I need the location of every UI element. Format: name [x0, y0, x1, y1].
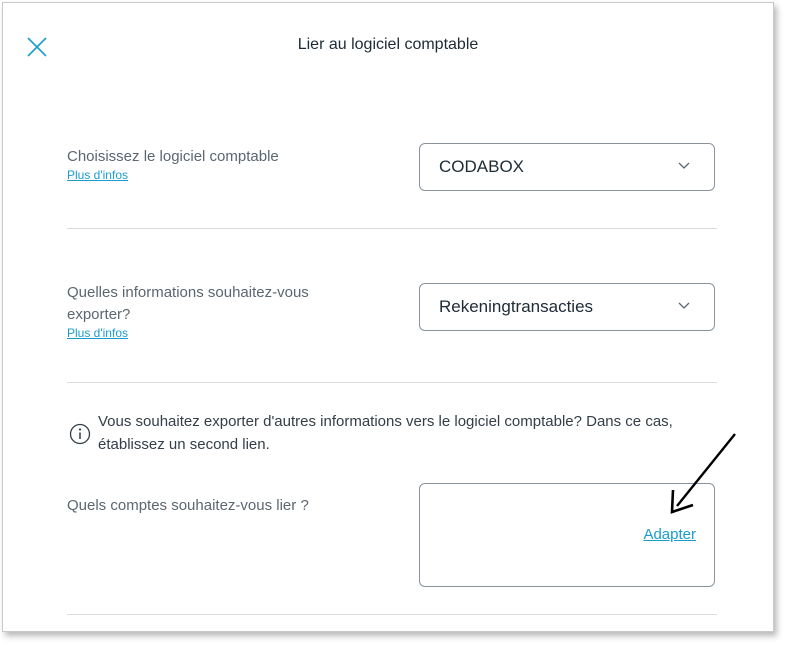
software-label: Choisissez le logiciel comptable — [67, 148, 279, 165]
annotation-arrow-icon — [670, 433, 736, 514]
divider — [67, 228, 717, 229]
info-icon — [69, 423, 91, 445]
software-select[interactable]: CODABOX — [419, 143, 715, 191]
adapt-accounts-link[interactable]: Adapter — [643, 526, 696, 543]
info-notice-text: Vous souhaitez exporter d'autres informa… — [98, 413, 673, 453]
export-label: Quelles informations souhaitez-vous expo… — [67, 284, 309, 323]
export-more-info-link[interactable]: Plus d'infos — [67, 326, 367, 340]
accounts-label: Quels comptes souhaitez-vous lier ? — [67, 497, 309, 514]
divider — [67, 382, 717, 383]
link-accounting-dialog: Lier au logiciel comptable Choisissez le… — [2, 2, 774, 632]
chevron-down-icon — [678, 162, 690, 169]
software-select-value: CODABOX — [439, 157, 525, 176]
export-select-value: Rekeningtransacties — [439, 297, 594, 316]
export-label-group: Quelles informations souhaitez-vous expo… — [67, 282, 367, 340]
chevron-down-icon — [678, 302, 690, 309]
software-label-group: Choisissez le logiciel comptable Plus d'… — [67, 146, 387, 182]
software-more-info-link[interactable]: Plus d'infos — [67, 168, 387, 182]
dialog-title: Lier au logiciel comptable — [297, 36, 479, 53]
divider — [67, 614, 717, 615]
export-select[interactable]: Rekeningtransacties — [419, 283, 715, 331]
